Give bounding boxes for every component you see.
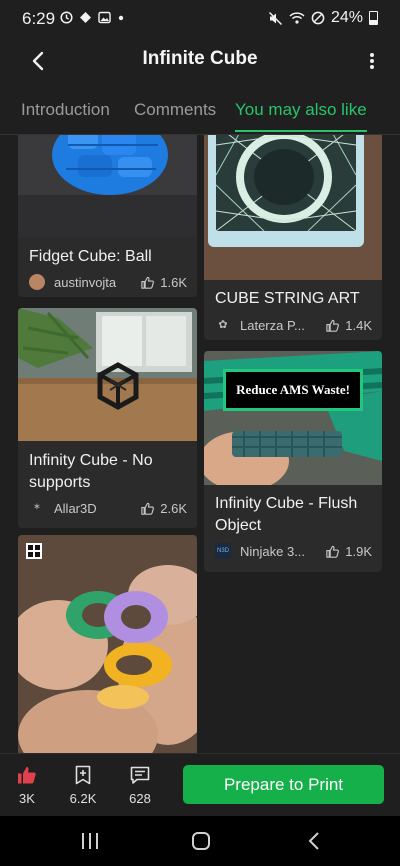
model-thumbnail xyxy=(18,308,197,441)
model-card[interactable]: Infinity Cube - No supports ✶ Allar3D 2.… xyxy=(18,308,197,528)
status-right: 24% xyxy=(268,9,378,27)
image-caption: Reduce AMS Waste! xyxy=(223,369,363,411)
back-nav-icon[interactable] xyxy=(294,828,334,854)
battery-icon xyxy=(369,11,378,25)
author-avatar: N3D xyxy=(215,543,231,559)
dnd-icon xyxy=(311,11,325,25)
tab-comments[interactable]: Comments xyxy=(134,100,216,120)
model-thumbnail xyxy=(204,135,382,280)
author-avatar: ✿ xyxy=(215,317,231,333)
clock-icon xyxy=(60,11,73,24)
badge-icon xyxy=(26,543,42,559)
like-count-value: 1.4K xyxy=(345,317,372,333)
image-icon xyxy=(98,11,111,24)
card-meta: N3D Ninjake 3... 1.9K xyxy=(215,541,372,561)
prepare-to-print-button[interactable]: Prepare to Print xyxy=(183,765,384,804)
system-nav-bar xyxy=(0,816,400,866)
author-avatar xyxy=(29,274,45,290)
model-card[interactable]: Fidget Cube: Ball austinvojta 1.6K xyxy=(18,135,197,297)
card-title: Fidget Cube: Ball xyxy=(29,248,152,265)
collect-button[interactable]: 6.2K xyxy=(61,764,105,806)
model-card[interactable]: CUBE STRING ART ✿ Laterza P... 1.4K xyxy=(204,135,382,340)
top-app-bar: Infinite Cube xyxy=(0,38,400,84)
model-card[interactable]: Reduce AMS Waste! Infinity Cube - Flush … xyxy=(204,351,382,572)
like-count-value: 1.6K xyxy=(160,274,187,290)
thumbs-up-icon xyxy=(141,276,155,289)
tab-you-may-also-like[interactable]: You may also like xyxy=(235,100,367,132)
status-left-icons xyxy=(60,11,125,24)
bookmark-add-icon xyxy=(75,765,91,785)
dot-icon xyxy=(118,15,124,21)
mute-icon xyxy=(268,11,282,25)
card-title: CUBE STRING ART xyxy=(215,290,360,307)
battery-percent: 24% xyxy=(330,9,363,26)
comment-button[interactable]: 628 xyxy=(118,764,162,806)
card-title: Infinity Cube - Flush Object xyxy=(215,495,358,534)
like-count: 1.4K xyxy=(325,318,372,333)
like-button[interactable]: 3K xyxy=(5,764,49,806)
card-meta: ✶ Allar3D 2.6K xyxy=(29,498,187,518)
author-name: Laterza P... xyxy=(240,317,305,333)
page-title: Infinite Cube xyxy=(142,48,258,69)
recent-apps-icon[interactable] xyxy=(70,828,110,854)
author-name: austinvojta xyxy=(54,274,117,290)
model-thumbnail xyxy=(18,135,197,237)
status-bar: 6:29 24% xyxy=(0,0,400,38)
comment-count: 628 xyxy=(129,791,151,806)
action-bar: 3K 6.2K 628 Prepare to Print xyxy=(0,753,400,817)
like-count-value: 1.9K xyxy=(345,543,372,559)
status-time: 6:29 xyxy=(22,9,56,28)
thumbs-up-filled-icon xyxy=(18,767,36,784)
wifi-icon xyxy=(289,12,305,24)
thumbs-up-icon xyxy=(326,319,340,332)
collect-count: 6.2K xyxy=(69,791,97,806)
model-card[interactable] xyxy=(18,535,197,753)
card-title: Infinity Cube - No supports xyxy=(29,452,153,491)
thumbs-up-icon xyxy=(326,545,340,558)
tab-bar: Introduction Comments You may also like xyxy=(0,88,400,135)
card-meta: austinvojta 1.6K xyxy=(29,272,187,292)
tab-introduction[interactable]: Introduction xyxy=(21,100,110,120)
like-count: 3K xyxy=(19,791,35,806)
recommendation-feed[interactable]: Fidget Cube: Ball austinvojta 1.6K Infin… xyxy=(0,135,400,753)
author-avatar: ✶ xyxy=(29,500,45,516)
thumbs-up-icon xyxy=(141,502,155,515)
like-count-value: 2.6K xyxy=(160,500,187,516)
like-count: 2.6K xyxy=(140,501,187,516)
home-icon[interactable] xyxy=(181,828,221,854)
model-thumbnail xyxy=(18,535,197,753)
author-name: Allar3D xyxy=(54,500,97,516)
comment-icon xyxy=(130,766,150,784)
like-count: 1.9K xyxy=(325,544,372,559)
more-options-icon[interactable] xyxy=(364,46,380,76)
like-count: 1.6K xyxy=(140,275,187,290)
card-meta: ✿ Laterza P... 1.4K xyxy=(215,315,372,335)
location-icon xyxy=(80,12,91,23)
author-name: Ninjake 3... xyxy=(240,543,306,559)
